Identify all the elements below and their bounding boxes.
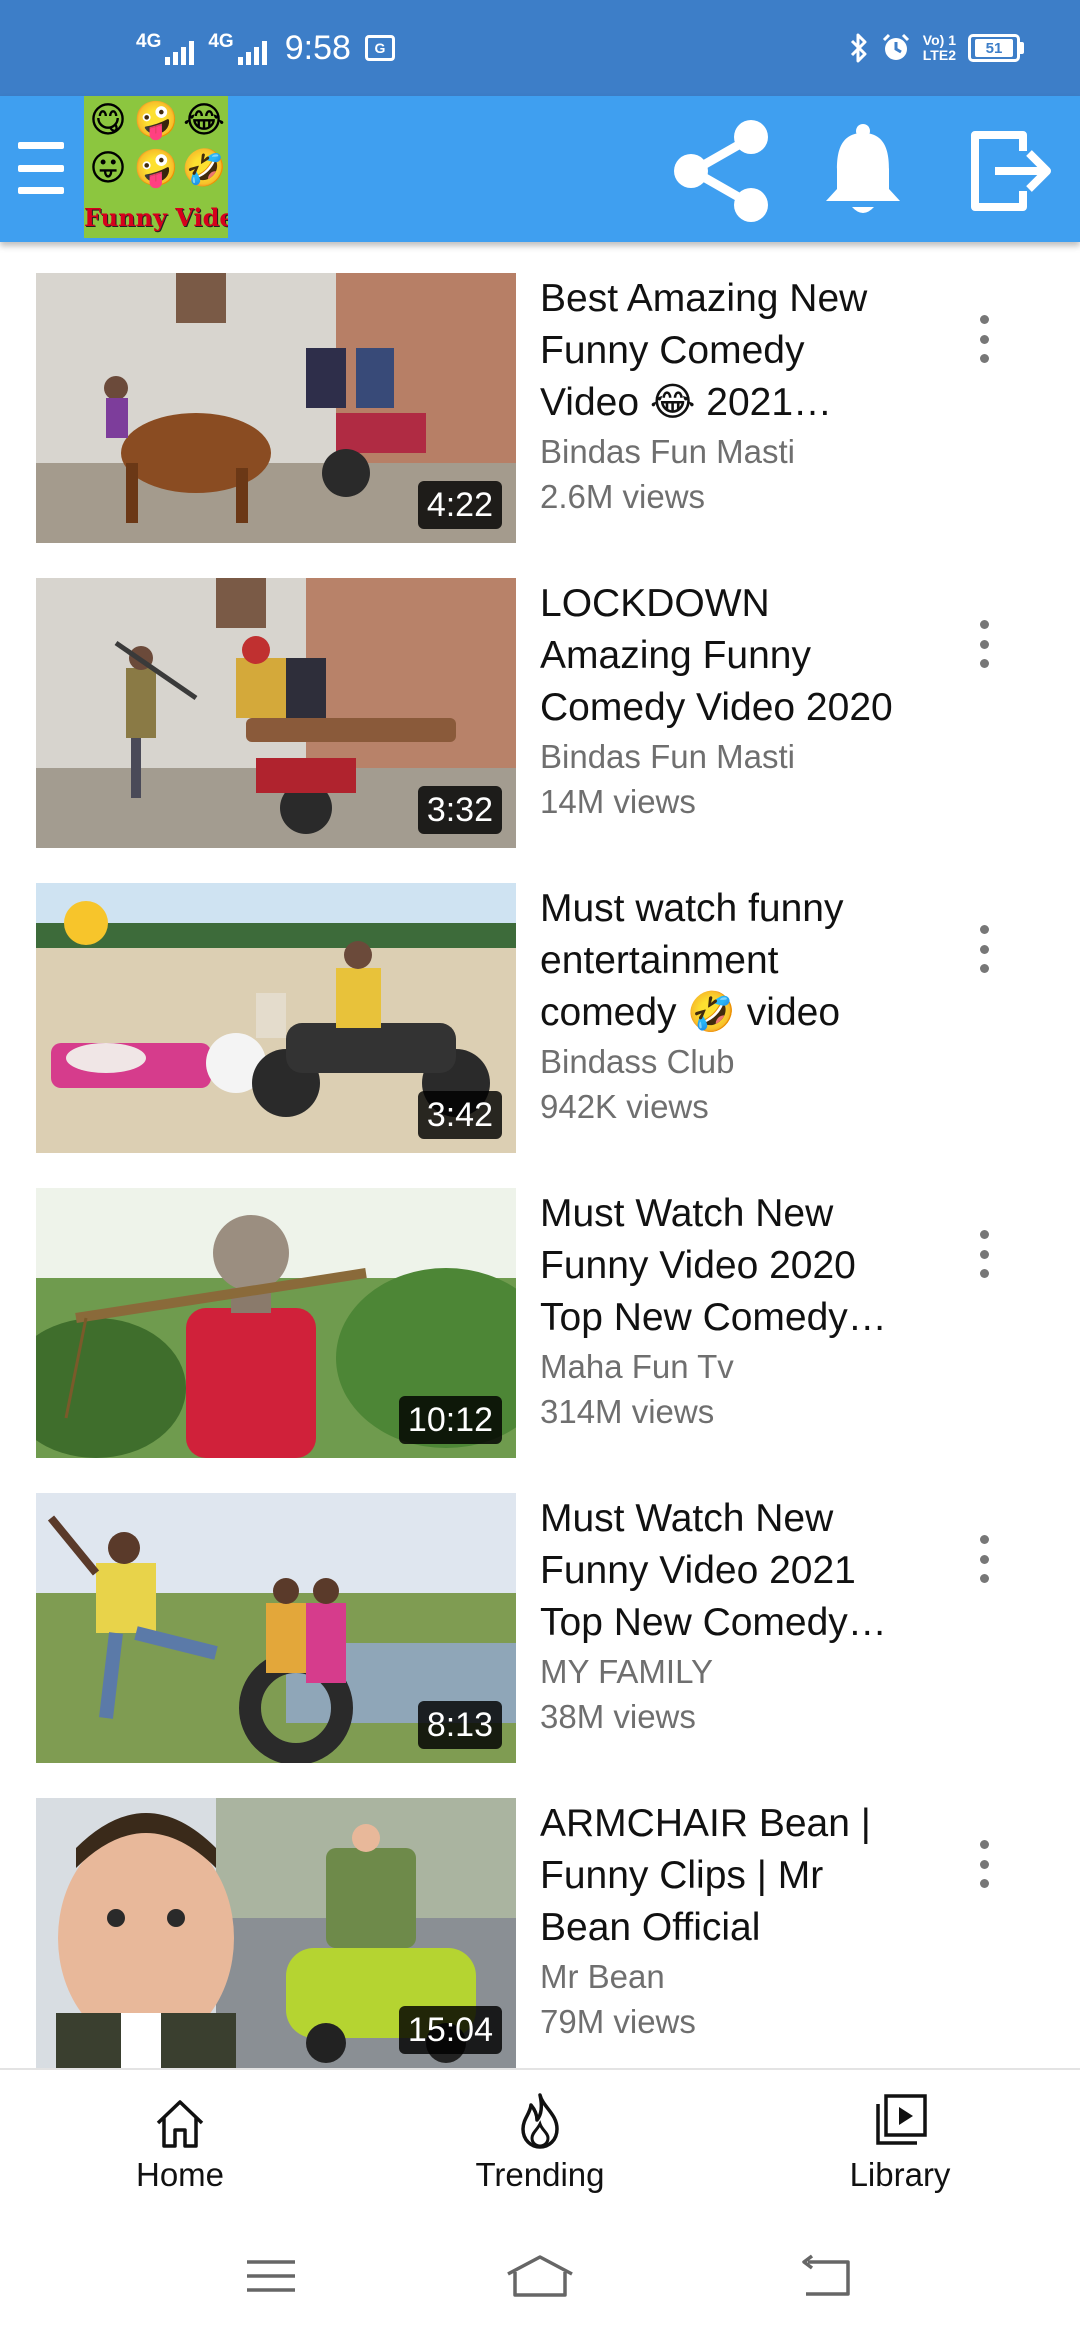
- video-duration: 8:13: [417, 1701, 502, 1749]
- share-icon: [674, 120, 768, 222]
- video-title[interactable]: ARMCHAIR Bean | Funny Clips | Mr Bean Of…: [540, 1798, 910, 1954]
- video-duration: 4:22: [417, 481, 502, 529]
- video-channel: MY FAMILY: [540, 1653, 713, 1690]
- system-recents-button[interactable]: [236, 2246, 306, 2306]
- system-back-button[interactable]: [790, 2246, 860, 2306]
- video-title[interactable]: Must Watch New Funny Video 2021 Top New …: [540, 1493, 910, 1649]
- video-title[interactable]: LOCKDOWN Amazing Funny Comedy Video 2020: [540, 578, 910, 734]
- video-views: 38M views: [540, 1698, 696, 1735]
- video-views: 314M views: [540, 1393, 715, 1430]
- nav-library-label: Library: [849, 2156, 951, 2193]
- video-info[interactable]: Must Watch New Funny Video 2021 Top New …: [540, 1493, 910, 1739]
- recents-menu-icon: [247, 2260, 295, 2292]
- video-thumbnail[interactable]: 3:42: [36, 883, 516, 1153]
- volte-line1: Vo) 1: [922, 32, 956, 48]
- exit-button[interactable]: [956, 116, 1066, 226]
- status-right: Vo) 1 LTE2 51: [849, 0, 1024, 96]
- video-channel: Bindas Fun Masti: [540, 433, 795, 470]
- more-options-icon[interactable]: [966, 1224, 1002, 1284]
- video-item[interactable]: 10:12 Must Watch New Funny Video 2020 To…: [0, 1188, 1080, 1458]
- more-options-icon[interactable]: [966, 1834, 1002, 1894]
- video-item[interactable]: 15:04 ARMCHAIR Bean | Funny Clips | Mr B…: [0, 1798, 1080, 2068]
- alarm-icon: [882, 33, 909, 60]
- network-type: 4G: [208, 30, 234, 52]
- video-duration: 3:42: [417, 1091, 502, 1139]
- video-thumbnail[interactable]: 10:12: [36, 1188, 516, 1458]
- video-thumbnail[interactable]: 3:32: [36, 578, 516, 848]
- notifications-button[interactable]: [808, 116, 918, 226]
- video-thumbnail[interactable]: 15:04: [36, 1798, 516, 2068]
- video-thumbnail[interactable]: 8:13: [36, 1493, 516, 1763]
- app-logo: 😋 🤪 😂 😛 🤪 🤣 Funny Video: [84, 96, 228, 238]
- logo-text: Funny Video: [84, 203, 228, 232]
- back-arrow-icon: [802, 2254, 850, 2296]
- video-title[interactable]: Best Amazing New Funny Comedy Video 😂 20…: [540, 273, 910, 429]
- video-feed[interactable]: 4:22 Best Amazing New Funny Comedy Video…: [0, 242, 1080, 2068]
- signal-icon: [165, 40, 195, 65]
- signal-icon: [237, 40, 267, 65]
- video-duration: 15:04: [398, 2006, 502, 2054]
- share-button[interactable]: [666, 116, 776, 226]
- nav-trending-label: Trending: [475, 2156, 605, 2193]
- video-views: 2.6M views: [540, 478, 706, 515]
- bottom-navigation: Home Trending Library: [0, 2068, 1080, 2214]
- logo-emojis: 😋 🤪 😂 😛 🤪 🤣: [89, 99, 227, 188]
- video-channel: Maha Fun Tv: [540, 1348, 734, 1385]
- nav-home-label: Home: [135, 2156, 225, 2193]
- video-item[interactable]: 4:22 Best Amazing New Funny Comedy Video…: [0, 273, 1080, 543]
- battery-icon: 51: [968, 34, 1024, 62]
- video-item[interactable]: 3:42 Must watch funny entertainment come…: [0, 883, 1080, 1153]
- video-duration: 3:32: [417, 786, 502, 834]
- bluetooth-icon: [850, 33, 867, 63]
- battery-level: 51: [975, 39, 1013, 57]
- video-duration: 10:12: [398, 1396, 502, 1444]
- more-options-icon[interactable]: [966, 1529, 1002, 1589]
- video-info[interactable]: Best Amazing New Funny Comedy Video 😂 20…: [540, 273, 910, 519]
- nav-library[interactable]: Library: [800, 2070, 1000, 2216]
- network-indicator-2: 4G: [208, 30, 267, 65]
- exit-icon: [971, 131, 1051, 211]
- video-channel: Bindass Club: [540, 1043, 735, 1080]
- home-icon: [156, 2100, 204, 2148]
- bell-icon: [826, 124, 900, 213]
- volte-indicator: Vo) 1 LTE2: [923, 33, 956, 63]
- video-channel: Bindas Fun Masti: [540, 738, 795, 775]
- translate-icon: G: [364, 35, 395, 61]
- video-title[interactable]: Must watch funny entertainment comedy 🤣 …: [540, 883, 910, 1039]
- nav-home[interactable]: Home: [80, 2070, 280, 2216]
- trending-flame-icon: [521, 2093, 559, 2149]
- video-views: 79M views: [540, 2003, 696, 2040]
- video-channel: Mr Bean: [540, 1958, 665, 1995]
- more-options-icon[interactable]: [966, 309, 1002, 369]
- video-title[interactable]: Must Watch New Funny Video 2020 Top New …: [540, 1188, 910, 1344]
- volte-line2: LTE2: [922, 47, 956, 63]
- status-bar: 4G 4G 9:58 G Vo) 1 LTE2 51: [0, 0, 1080, 96]
- video-views: 14M views: [540, 783, 696, 820]
- system-home-icon: [507, 2255, 573, 2297]
- more-options-icon[interactable]: [966, 919, 1002, 979]
- status-left: 4G 4G 9:58 G: [136, 0, 395, 96]
- network-indicator-1: 4G: [136, 30, 195, 65]
- more-options-icon[interactable]: [966, 614, 1002, 674]
- clock: 9:58: [284, 28, 351, 67]
- video-item[interactable]: 3:32 LOCKDOWN Amazing Funny Comedy Video…: [0, 578, 1080, 848]
- video-info[interactable]: Must watch funny entertainment comedy 🤣 …: [540, 883, 910, 1129]
- network-type: 4G: [136, 30, 162, 52]
- nav-trending[interactable]: Trending: [440, 2070, 640, 2216]
- video-info[interactable]: LOCKDOWN Amazing Funny Comedy Video 2020…: [540, 578, 910, 824]
- system-home-button[interactable]: [505, 2246, 575, 2306]
- library-icon: [876, 2094, 927, 2145]
- video-item[interactable]: 8:13 Must Watch New Funny Video 2021 Top…: [0, 1493, 1080, 1763]
- system-navigation-bar: [0, 2214, 1080, 2340]
- video-info[interactable]: Must Watch New Funny Video 2020 Top New …: [540, 1188, 910, 1434]
- video-thumbnail[interactable]: 4:22: [36, 273, 516, 543]
- video-info[interactable]: ARMCHAIR Bean | Funny Clips | Mr Bean Of…: [540, 1798, 910, 2044]
- app-bar: 😋 🤪 😂 😛 🤪 🤣 Funny Video: [0, 96, 1080, 242]
- video-views: 942K views: [540, 1088, 709, 1125]
- menu-button[interactable]: [18, 138, 64, 198]
